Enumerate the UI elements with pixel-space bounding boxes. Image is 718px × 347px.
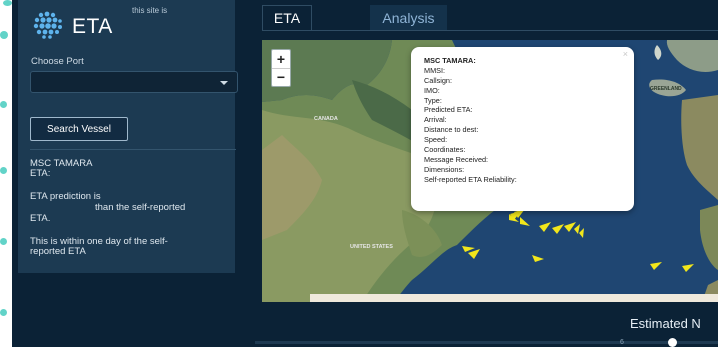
search-vessel-button[interactable]: Search Vessel [30, 117, 128, 141]
popup-field-coordinates: Coordinates: [424, 145, 466, 155]
eta-label: ETA: [30, 168, 51, 179]
popup-field-mmsi: MMSI: [424, 65, 446, 75]
close-icon[interactable]: × [623, 49, 628, 59]
divider [30, 149, 236, 150]
prediction-text-1: ETA prediction is [30, 191, 101, 202]
estimate-slider-thumb[interactable] [668, 338, 677, 347]
decorative-dot [0, 309, 7, 316]
sidebar: ETA this site is Choose Port Search Vess… [18, 0, 238, 273]
tab-analysis[interactable]: Analysis [370, 5, 447, 30]
popup-field-imo: IMO: [424, 85, 440, 95]
map-scroll-bar[interactable] [310, 294, 718, 302]
map-label-united-states: UNITED STATES [350, 244, 393, 250]
popup-field-callsign: Callsign: [424, 75, 452, 85]
zoom-out-button[interactable]: − [272, 68, 290, 86]
decorative-dot [0, 31, 8, 39]
decorative-dot [0, 238, 7, 245]
popup-content: MSC TAMARA: MMSI: Callsign: IMO: Type: P… [424, 56, 517, 185]
popup-field-arrival: Arrival: [424, 115, 447, 125]
popup-field-reliability: Self-reported ETA Reliability: [424, 174, 517, 184]
within-text-2: reported ETA [30, 246, 86, 257]
map-label-canada: CANADA [314, 116, 338, 122]
popup-field-distance: Distance to dest: [424, 125, 479, 135]
port-select[interactable] [30, 71, 238, 93]
brand: ETA this site is [32, 6, 167, 45]
popup-title: MSC TAMARA: [424, 56, 476, 65]
prediction-text-2: than the self-reported [95, 202, 186, 213]
slider-min-label: 6 [620, 339, 624, 346]
chevron-down-icon [220, 81, 228, 85]
estimate-slider-track[interactable] [255, 341, 718, 344]
brand-caption: this site is [132, 6, 168, 15]
globe-dots-icon [32, 10, 64, 45]
app-window: ETA this site is Choose Port Search Vess… [0, 0, 718, 347]
choose-port-label: Choose Port [31, 56, 84, 67]
tab-eta[interactable]: ETA [262, 5, 312, 30]
popup-field-predicted-eta: Predicted ETA: [424, 105, 473, 115]
map-label-greenland: GREENLAND [650, 86, 682, 92]
vessel-popup: × MSC TAMARA: MMSI: Callsign: IMO: Type:… [411, 47, 634, 211]
popup-field-dimensions: Dimensions: [424, 164, 465, 174]
app-title: ETA [72, 15, 113, 38]
popup-field-type: Type: [424, 95, 442, 105]
estimated-label: Estimated N [630, 316, 701, 331]
popup-field-speed: Speed: [424, 135, 448, 145]
prediction-text-3: ETA. [30, 213, 51, 224]
tab-underline [262, 30, 718, 31]
decorative-dot [0, 167, 7, 174]
popup-field-message-received: Message Received: [424, 154, 489, 164]
decorative-dot [3, 0, 12, 6]
decorative-dot [0, 101, 7, 108]
zoom-in-button[interactable]: + [272, 50, 290, 69]
zoom-control: + − [271, 49, 291, 87]
